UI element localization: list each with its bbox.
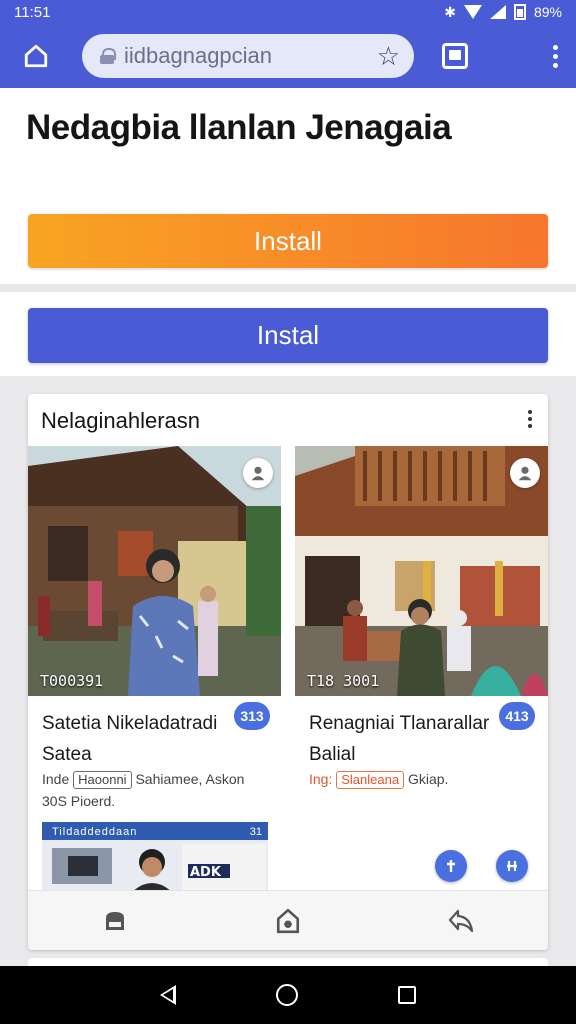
system-navigation-bar xyxy=(0,966,576,1024)
home-circle-icon[interactable] xyxy=(276,984,298,1006)
bluetooth-icon: ✱ xyxy=(444,3,456,20)
person-icon xyxy=(251,466,265,481)
photo-badge-button[interactable] xyxy=(243,458,273,488)
listing-photo[interactable]: T18 3001 xyxy=(295,446,548,696)
svg-text:ADK: ADK xyxy=(190,865,222,880)
nav-share-button[interactable] xyxy=(375,891,548,950)
listing-tag[interactable]: Haoonni xyxy=(73,771,132,789)
content-card: Nelaginahlerasn T000391 Satetia Nikelada… xyxy=(28,394,548,950)
lock-icon xyxy=(100,48,116,64)
chat-count-badge[interactable]: 413 xyxy=(499,702,535,730)
meta-suffix: Gkiap. xyxy=(407,771,449,787)
bookmark-star-icon[interactable]: ☆ xyxy=(377,41,400,72)
home-icon xyxy=(24,44,48,68)
meta-line2: 30S Pioerd. xyxy=(42,793,116,809)
wifi-icon xyxy=(463,5,482,19)
home-button[interactable] xyxy=(16,36,56,76)
card-more-menu-icon[interactable] xyxy=(528,410,534,428)
share-icon xyxy=(449,909,474,932)
video-thumbnail[interactable]: ADK Tildaddeddaan 31 xyxy=(42,822,268,892)
video-thumbnail-number: 31 xyxy=(249,826,262,838)
signal-icon xyxy=(489,5,506,19)
url-bar[interactable]: iidbagnagpcian ☆ xyxy=(82,34,414,78)
browser-toolbar: iidbagnagpcian ☆ xyxy=(0,24,576,88)
listing-meta: Inde Haoonni Sahiamee, Askon 30S Pioerd. xyxy=(42,768,272,812)
photo-code: T18 3001 xyxy=(307,672,380,690)
listing-tile[interactable]: T18 3001 Renagniai Tlanarallar Balial 41… xyxy=(295,446,548,892)
meta-prefix: Inde xyxy=(42,771,70,787)
shop-icon xyxy=(105,911,124,930)
listing-tag[interactable]: Slanleana xyxy=(336,771,405,789)
village-scene-image xyxy=(295,446,548,696)
install-section: Instal xyxy=(0,292,576,376)
page-header: Nedagbia llanlan Jenagaia Install xyxy=(0,88,576,284)
url-text: iidbagnagpcian xyxy=(124,43,273,68)
listing-photo[interactable]: T000391 xyxy=(28,446,281,696)
photo-badge-button[interactable] xyxy=(510,458,540,488)
install-button-secondary[interactable]: Instal xyxy=(28,308,548,363)
status-time: 11:51 xyxy=(14,3,51,21)
video-thumbnail-label: Tildaddeddaan xyxy=(52,826,138,838)
battery-icon xyxy=(513,4,526,20)
tabs-button[interactable] xyxy=(442,43,468,69)
card-title: Nelaginahlerasn xyxy=(41,408,200,433)
page-title: Nedagbia llanlan Jenagaia xyxy=(26,108,452,147)
recent-apps-icon[interactable] xyxy=(398,986,416,1004)
status-icons: ✱ 89% xyxy=(444,4,562,21)
pin-icon xyxy=(447,860,455,872)
photo-code: T000391 xyxy=(40,672,104,690)
battery-percent: 89% xyxy=(533,4,562,20)
person-icon xyxy=(518,466,532,481)
listing-tile[interactable]: T000391 Satetia Nikeladatradi Satea 313 … xyxy=(28,446,281,892)
listing-title[interactable]: Renagniai Tlanarallar Balial xyxy=(309,708,499,770)
add-to-list-button[interactable] xyxy=(435,850,467,882)
install-button-primary[interactable]: Install xyxy=(28,214,548,268)
listing-meta: Ing: Slanleana Gkiap. xyxy=(309,768,539,790)
market-scene-image xyxy=(28,446,281,696)
next-card-edge xyxy=(28,958,548,966)
card-bottom-nav xyxy=(28,890,548,950)
nav-shop-button[interactable] xyxy=(28,891,201,950)
listing-title[interactable]: Satetia Nikeladatradi Satea xyxy=(42,708,232,770)
meta-suffix: Sahiamee, Askon xyxy=(135,771,245,787)
back-icon[interactable] xyxy=(160,985,176,1005)
nav-store-button[interactable] xyxy=(201,891,374,950)
status-bar: 11:51 ✱ 89% xyxy=(0,0,576,24)
meta-prefix: Ing: xyxy=(309,771,333,787)
plus-icon xyxy=(507,861,517,871)
overflow-menu-button[interactable] xyxy=(550,44,560,68)
add-button[interactable] xyxy=(496,850,528,882)
store-home-icon xyxy=(276,908,300,933)
chat-count-badge[interactable]: 313 xyxy=(234,702,270,730)
